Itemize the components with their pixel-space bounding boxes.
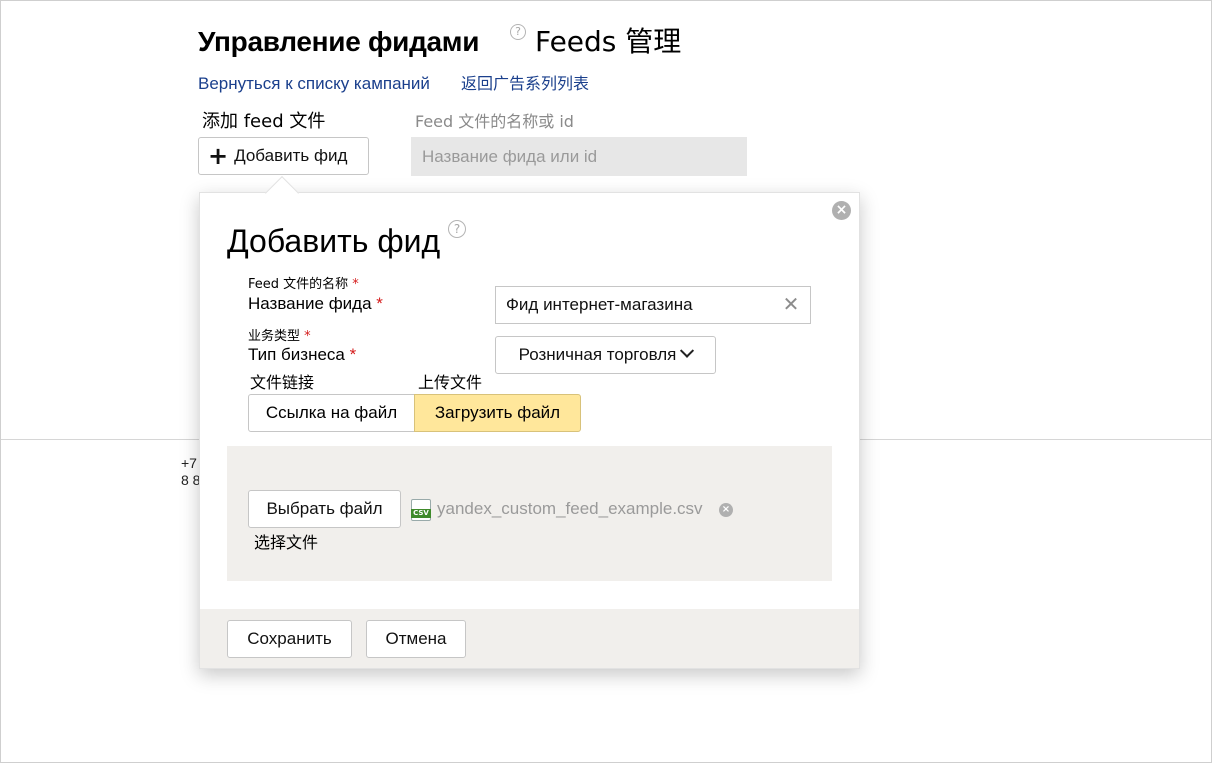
business-type-select[interactable]: Розничная торговля bbox=[495, 336, 716, 374]
help-icon[interactable]: ? bbox=[510, 24, 526, 40]
cancel-button[interactable]: Отмена bbox=[366, 620, 466, 658]
background-contact-text: +7 8 8 bbox=[181, 455, 200, 489]
chevron-down-icon bbox=[680, 343, 695, 358]
phone-line: +7 bbox=[181, 455, 197, 471]
business-type-label-translation: 业务类型 * bbox=[248, 329, 311, 344]
clear-icon[interactable]: ✕ bbox=[781, 294, 801, 314]
business-type-label: Тип бизнеса * bbox=[248, 345, 357, 364]
feed-search-input[interactable] bbox=[411, 137, 747, 176]
choose-file-caption: 选择文件 bbox=[254, 533, 319, 552]
add-feed-button[interactable]: + Добавить фид bbox=[198, 137, 369, 175]
dialog-title: Добавить фид bbox=[227, 223, 441, 259]
feed-name-label: Название фида * bbox=[248, 294, 383, 313]
save-button[interactable]: Сохранить bbox=[227, 620, 352, 658]
remove-file-icon[interactable]: × bbox=[719, 503, 733, 517]
source-tab-file-link[interactable]: Ссылка на файл bbox=[248, 394, 415, 432]
plus-icon: + bbox=[208, 142, 229, 170]
feed-name-input[interactable] bbox=[495, 286, 811, 324]
selected-file-name: yandex_custom_feed_example.csv bbox=[437, 499, 703, 518]
page-title: Управление фидами bbox=[198, 26, 480, 57]
upload-file-caption: 上传文件 bbox=[418, 373, 483, 392]
source-tab-upload-file[interactable]: Загрузить файл bbox=[414, 394, 581, 432]
file-link-caption: 文件链接 bbox=[250, 373, 315, 392]
phone-line: 8 8 bbox=[181, 472, 201, 488]
feed-name-label-translation: Feed 文件的名称 * bbox=[248, 277, 359, 292]
add-feed-caption: 添加 feed 文件 bbox=[202, 111, 326, 132]
feed-search-caption: Feed 文件的名称或 id bbox=[415, 112, 574, 131]
back-to-campaigns-link[interactable]: Вернуться к списку кампаний bbox=[198, 74, 430, 94]
add-feed-button-label: Добавить фид bbox=[234, 146, 348, 165]
choose-file-button[interactable]: Выбрать файл bbox=[248, 490, 401, 528]
business-type-value: Розничная торговля bbox=[518, 345, 677, 364]
csv-file-icon: CSV bbox=[411, 499, 431, 521]
back-to-campaigns-link-translation[interactable]: 返回广告系列列表 bbox=[461, 74, 589, 94]
close-icon[interactable]: × bbox=[832, 201, 851, 220]
help-icon[interactable]: ? bbox=[448, 220, 466, 238]
page-title-translation: Feeds 管理 bbox=[535, 25, 682, 58]
